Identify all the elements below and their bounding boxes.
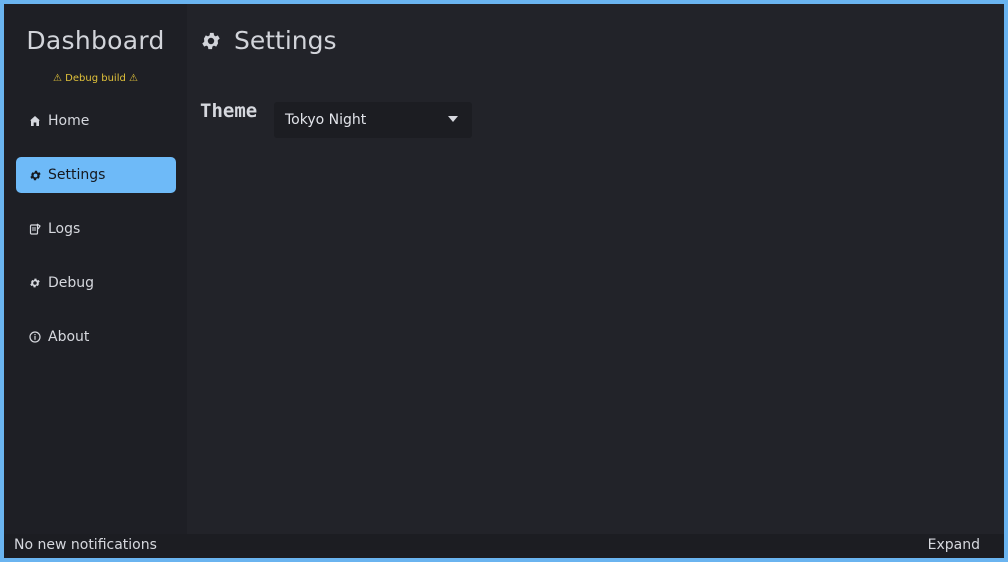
sidebar-item-label: Settings [48,167,106,183]
expand-button[interactable]: Expand [928,537,980,553]
gear-icon [28,168,42,182]
app-title: Dashboard [26,26,165,55]
gear-icon [200,30,222,52]
sidebar-item-logs[interactable]: Logs [16,211,176,247]
app-window: Dashboard ⚠ Debug build ⚠ Home Settings … [0,0,1008,562]
sidebar-item-about[interactable]: About [16,319,176,355]
home-icon [28,114,42,128]
bug-icon [28,276,42,290]
sidebar-item-debug[interactable]: Debug [16,265,176,301]
sidebar: Dashboard ⚠ Debug build ⚠ Home Settings … [4,4,187,534]
sidebar-item-label: About [48,329,90,345]
sidebar-item-label: Debug [48,275,95,291]
theme-selected-value: Tokyo Night [285,112,367,128]
debug-build-badge: ⚠ Debug build ⚠ [53,73,138,84]
status-bar: No new notifications Expand [4,534,1004,558]
sidebar-item-label: Logs [48,221,81,237]
caret-down-icon [448,116,458,122]
page-title: Settings [200,26,337,55]
logs-icon [28,222,42,236]
notification-status: No new notifications [14,537,157,553]
sidebar-item-home[interactable]: Home [16,103,176,139]
theme-label: Theme [200,100,258,122]
main-content: Settings Theme Tokyo Night [187,4,1004,534]
sidebar-item-settings[interactable]: Settings [16,157,176,193]
info-icon [28,330,42,344]
theme-dropdown[interactable]: Tokyo Night [274,102,472,138]
page-title-text: Settings [234,26,337,55]
sidebar-item-label: Home [48,113,90,129]
